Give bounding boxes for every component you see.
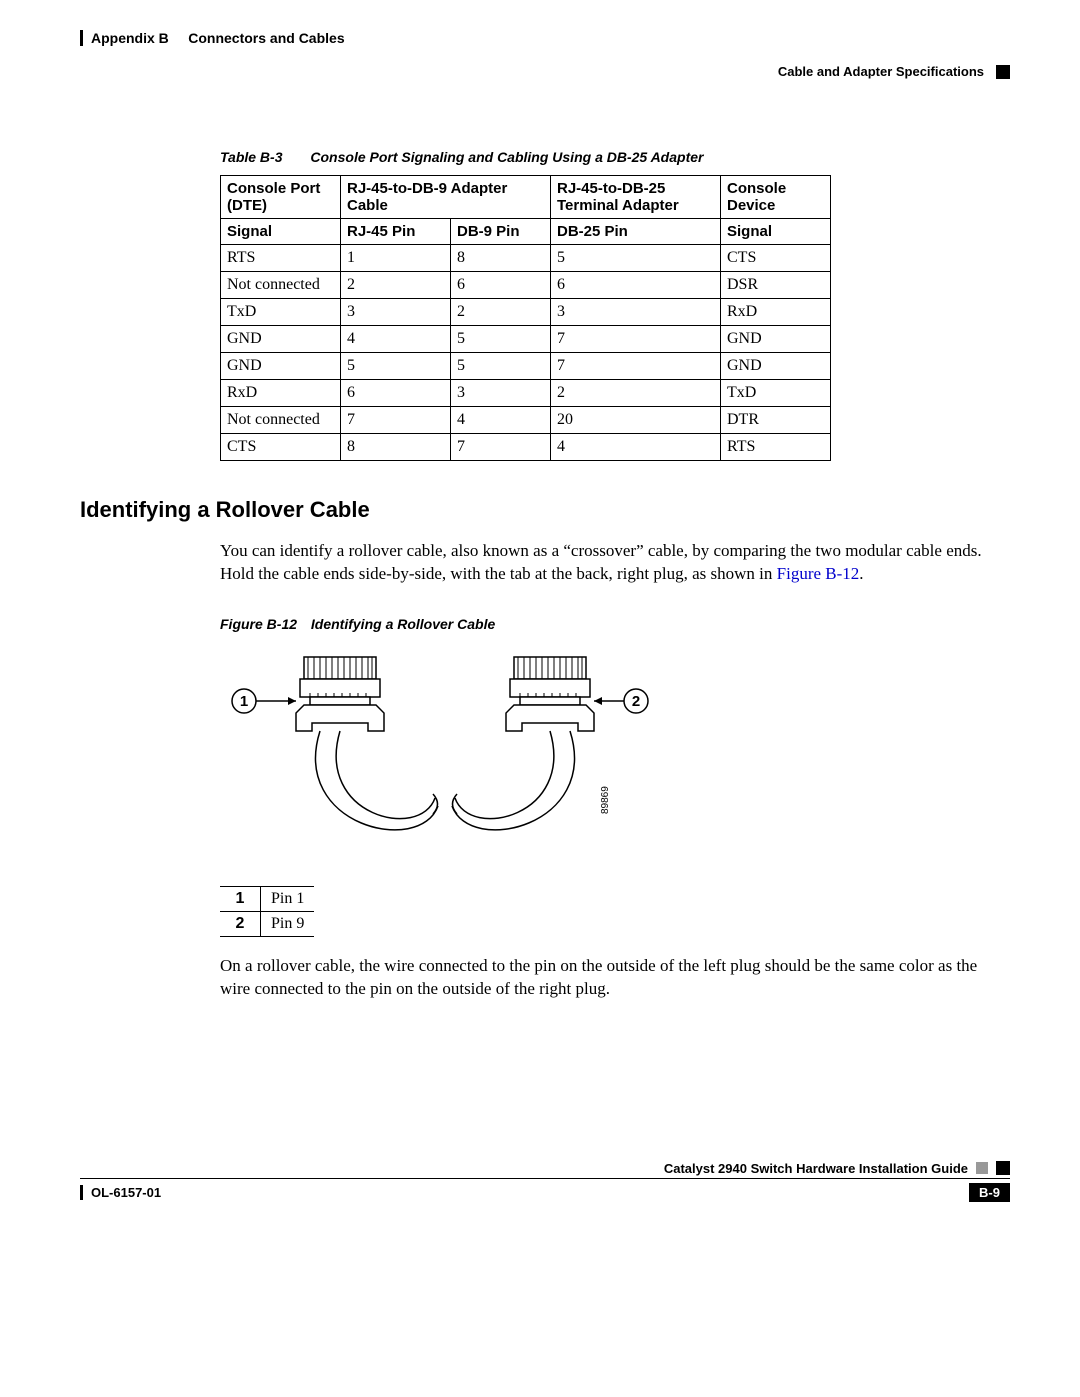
col-group-3: RJ-45-to-DB-25 Terminal Adapter	[551, 176, 721, 219]
cell: RTS	[221, 245, 341, 272]
cell: 5	[451, 326, 551, 353]
cell: DSR	[721, 272, 831, 299]
page-header: Appendix B Connectors and Cables	[80, 30, 1010, 46]
guide-title: Catalyst 2940 Switch Hardware Installati…	[664, 1161, 968, 1176]
cell: 2	[451, 299, 551, 326]
rollover-cable-diagram: 1 2 89869	[220, 646, 650, 866]
cell: 8	[451, 245, 551, 272]
cell: 4	[551, 434, 721, 461]
cell: RxD	[721, 299, 831, 326]
cell: 8	[341, 434, 451, 461]
cell: Not connected	[221, 272, 341, 299]
col-group-2: RJ-45-to-DB-9 Adapter Cable	[341, 176, 551, 219]
svg-text:1: 1	[240, 693, 248, 710]
col-4: DB-25 Pin	[551, 219, 721, 245]
cell: 7	[551, 353, 721, 380]
cell: TxD	[221, 299, 341, 326]
pinout-table: Console Port (DTE) RJ-45-to-DB-9 Adapter…	[220, 175, 831, 461]
callout-val-2: Pin 9	[261, 911, 315, 936]
section-marker-icon	[996, 65, 1010, 79]
section-label: Cable and Adapter Specifications	[778, 64, 984, 79]
cell: Not connected	[221, 407, 341, 434]
col-1: Signal	[221, 219, 341, 245]
cell: RTS	[721, 434, 831, 461]
cell: 3	[551, 299, 721, 326]
cell: 6	[341, 380, 451, 407]
page-number: B-9	[969, 1183, 1010, 1202]
table-number: Table B-3	[220, 149, 283, 165]
col-5: Signal	[721, 219, 831, 245]
cell: 7	[551, 326, 721, 353]
figure-title: Identifying a Rollover Cable	[311, 616, 495, 632]
cell: RxD	[221, 380, 341, 407]
cell: 5	[551, 245, 721, 272]
callout-key-2: 2	[220, 911, 261, 936]
cell: 4	[451, 407, 551, 434]
chapter-label: Connectors and Cables	[188, 30, 344, 46]
cell: 6	[451, 272, 551, 299]
cell: 20	[551, 407, 721, 434]
footer-marker-icon	[976, 1162, 988, 1174]
paragraph-2: On a rollover cable, the wire connected …	[220, 955, 1010, 1001]
callout-table: 1 Pin 1 2 Pin 9	[220, 886, 314, 937]
cell: 2	[551, 380, 721, 407]
doc-number: OL-6157-01	[80, 1185, 161, 1200]
cell: GND	[221, 326, 341, 353]
cell: CTS	[221, 434, 341, 461]
cell: 3	[341, 299, 451, 326]
cell: GND	[221, 353, 341, 380]
svg-text:2: 2	[632, 693, 640, 710]
cell: 2	[341, 272, 451, 299]
section-heading: Identifying a Rollover Cable	[80, 497, 1010, 523]
cell: 7	[451, 434, 551, 461]
figure-caption: Figure B-12 Identifying a Rollover Cable	[220, 616, 1010, 632]
cell: GND	[721, 326, 831, 353]
cell: 4	[341, 326, 451, 353]
cell: DTR	[721, 407, 831, 434]
callout-key-1: 1	[220, 886, 261, 911]
appendix-label: Appendix B	[91, 30, 169, 46]
paragraph-1: You can identify a rollover cable, also …	[220, 540, 1010, 586]
figure-number: Figure B-12	[220, 616, 297, 632]
col-group-4: Console Device	[721, 176, 831, 219]
cell: 7	[341, 407, 451, 434]
svg-text:89869: 89869	[600, 786, 611, 814]
col-3: DB-9 Pin	[451, 219, 551, 245]
col-2: RJ-45 Pin	[341, 219, 451, 245]
table-caption: Table B-3 Console Port Signaling and Cab…	[220, 149, 1010, 165]
cell: 6	[551, 272, 721, 299]
cell: 5	[341, 353, 451, 380]
cell: TxD	[721, 380, 831, 407]
cell: CTS	[721, 245, 831, 272]
cell: 3	[451, 380, 551, 407]
cell: 1	[341, 245, 451, 272]
cell: 5	[451, 353, 551, 380]
footer-marker-icon	[996, 1161, 1010, 1175]
page-footer: Catalyst 2940 Switch Hardware Installati…	[80, 1161, 1010, 1202]
figure-link[interactable]: Figure B-12	[777, 564, 860, 583]
cell: GND	[721, 353, 831, 380]
col-group-1: Console Port (DTE)	[221, 176, 341, 219]
callout-val-1: Pin 1	[261, 886, 315, 911]
table-title: Console Port Signaling and Cabling Using…	[310, 149, 703, 165]
